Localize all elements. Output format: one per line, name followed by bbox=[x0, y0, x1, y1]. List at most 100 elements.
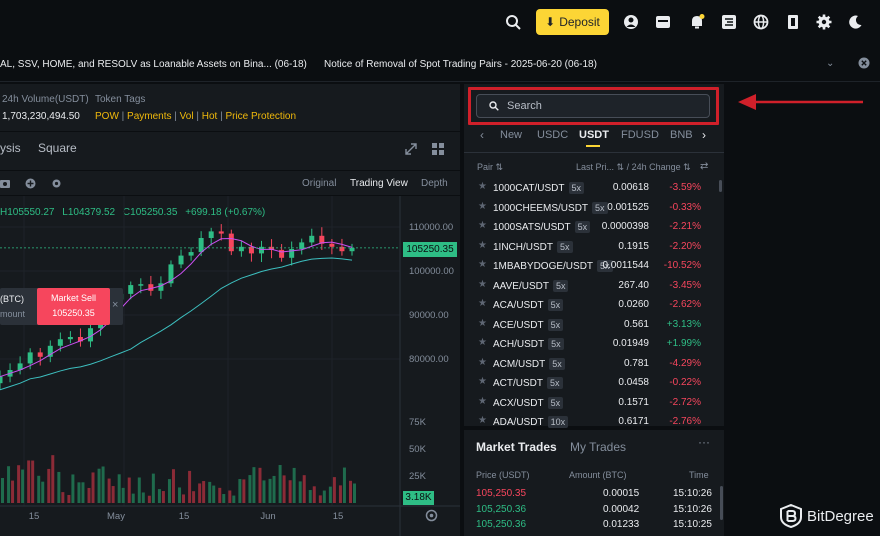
candle-body bbox=[238, 246, 244, 252]
market-sell-price: 105250.35 bbox=[52, 308, 95, 318]
market-row[interactable]: ★ ACA/USDT 5x 0.0260 -2.62% bbox=[464, 295, 719, 315]
ticker-stats: 24h Volume(USDT) 1,703,230,494.50 Token … bbox=[0, 84, 460, 132]
exit-icon[interactable] bbox=[784, 13, 802, 31]
volume-bar bbox=[71, 474, 75, 503]
trades-header-amount: Amount (BTC) bbox=[569, 470, 627, 480]
top-navigation: ⬇ Deposit bbox=[0, 0, 880, 44]
swap-icon[interactable]: ⇄ bbox=[700, 161, 708, 172]
divider bbox=[464, 152, 724, 153]
wallet-icon[interactable] bbox=[654, 13, 672, 31]
view-original[interactable]: Original bbox=[302, 178, 336, 189]
leverage-badge: 10x bbox=[547, 416, 569, 428]
gear-icon[interactable] bbox=[815, 13, 833, 31]
market-row[interactable]: ★ AAVE/USDT 5x 267.40 -3.45% bbox=[464, 276, 719, 296]
price-chart[interactable]: 110000.00 100000.00 90000.00 80000.00 75K 50K… bbox=[0, 196, 460, 536]
tag-link[interactable]: Payments bbox=[127, 111, 171, 122]
search-input[interactable]: Search bbox=[476, 94, 710, 118]
market-row[interactable]: ★ ACM/USDT 5x 0.781 -4.29% bbox=[464, 354, 719, 374]
more-options-icon[interactable]: ··· bbox=[698, 435, 710, 449]
market-row[interactable]: ★ 1000CAT/USDT 5x 0.00618 -3.59% bbox=[464, 178, 719, 198]
volume-value: 1,703,230,494.50 bbox=[2, 111, 80, 122]
star-icon[interactable]: ★ bbox=[478, 279, 487, 290]
tab-new[interactable]: New bbox=[500, 129, 522, 141]
star-icon[interactable]: ★ bbox=[478, 376, 487, 387]
expand-icon[interactable] bbox=[405, 143, 417, 158]
market-row[interactable]: ★ 1000CHEEMS/USDT 5x 0.001525 -0.33% bbox=[464, 198, 719, 218]
last-price: 0.0260 bbox=[618, 299, 649, 310]
market-row[interactable]: ★ ACE/USDT 5x 0.561 +3.13% bbox=[464, 315, 719, 335]
user-icon[interactable] bbox=[622, 13, 640, 31]
market-row[interactable]: ★ ADA/USDT 10x 0.6171 -2.76% bbox=[464, 412, 719, 432]
header-pair[interactable]: Pair ⇅ bbox=[477, 162, 503, 173]
view-depth[interactable]: Depth bbox=[421, 178, 448, 189]
candle-body bbox=[228, 233, 234, 252]
tabs-prev-icon[interactable]: ‹ bbox=[480, 128, 484, 142]
moon-icon[interactable] bbox=[846, 13, 864, 31]
tag-link[interactable]: Hot bbox=[202, 111, 218, 122]
gear-icon[interactable] bbox=[51, 178, 62, 192]
tab-bnb[interactable]: BNB bbox=[670, 129, 693, 141]
volume-label: 24h Volume(USDT) bbox=[2, 94, 89, 105]
tab-analysis[interactable]: ysis bbox=[0, 141, 21, 155]
tag-link[interactable]: POW bbox=[95, 111, 119, 122]
volume-bar bbox=[242, 479, 246, 503]
star-icon[interactable]: ★ bbox=[478, 337, 487, 348]
announcement-item[interactable]: Notice of Removal of Spot Trading Pairs … bbox=[324, 59, 597, 70]
market-row[interactable]: ★ 1MBABYDOGE/USDT 5x 0.0011544 -10.52% bbox=[464, 256, 719, 276]
popup-close-icon[interactable]: × bbox=[112, 299, 118, 311]
market-list-panel: Search ‹ New USDC USDT FDUSD BNB › Pair … bbox=[464, 84, 724, 428]
chart-settings-icon[interactable] bbox=[425, 509, 438, 525]
market-row[interactable]: ★ ACH/USDT 5x 0.01949 +1.99% bbox=[464, 334, 719, 354]
current-volume-tag: 3.18K bbox=[403, 491, 434, 505]
download-icon[interactable] bbox=[720, 13, 738, 31]
star-icon[interactable]: ★ bbox=[478, 415, 487, 426]
volume-bar bbox=[322, 490, 326, 503]
star-icon[interactable]: ★ bbox=[478, 201, 487, 212]
scrollbar-thumb[interactable] bbox=[720, 486, 723, 520]
candle-body bbox=[309, 235, 315, 243]
bell-icon[interactable] bbox=[688, 13, 706, 31]
globe-icon[interactable] bbox=[752, 13, 770, 31]
market-row[interactable]: ★ ACT/USDT 5x 0.0458 -0.22% bbox=[464, 373, 719, 393]
tab-square[interactable]: Square bbox=[38, 141, 77, 155]
market-sell-button[interactable]: Market Sell 105250.35 bbox=[37, 288, 110, 325]
time-tick: 15 bbox=[333, 511, 344, 522]
tab-my-trades[interactable]: My Trades bbox=[570, 440, 626, 454]
scrollbar-thumb[interactable] bbox=[719, 180, 722, 192]
search-icon[interactable] bbox=[504, 13, 522, 31]
star-icon[interactable]: ★ bbox=[478, 240, 487, 251]
grid-layout-icon[interactable] bbox=[432, 143, 444, 158]
star-icon[interactable]: ★ bbox=[478, 298, 487, 309]
star-icon[interactable]: ★ bbox=[478, 396, 487, 407]
tag-link[interactable]: Vol bbox=[180, 111, 194, 122]
star-icon[interactable]: ★ bbox=[478, 357, 487, 368]
tab-usdc[interactable]: USDC bbox=[537, 129, 568, 141]
tabs-next-icon[interactable]: › bbox=[702, 128, 706, 142]
market-row[interactable]: ★ ACX/USDT 5x 0.1571 -2.72% bbox=[464, 393, 719, 413]
chevron-down-icon[interactable]: ⌄ bbox=[826, 58, 834, 69]
announcement-item[interactable]: AL, SSV, HOME, and RESOLV as Loanable As… bbox=[0, 59, 307, 70]
tag-link[interactable]: Price Protection bbox=[225, 111, 296, 122]
candle-body bbox=[188, 252, 194, 256]
tab-fdusd[interactable]: FDUSD bbox=[621, 129, 659, 141]
header-last-price[interactable]: Last Pri... ⇅ / 24h Change ⇅ bbox=[576, 162, 691, 173]
star-icon[interactable]: ★ bbox=[478, 318, 487, 329]
market-row[interactable]: ★ 1000SATS/USDT 5x 0.0000398 -2.21% bbox=[464, 217, 719, 237]
tab-usdt[interactable]: USDT bbox=[579, 129, 609, 141]
add-indicator-icon[interactable] bbox=[25, 178, 36, 192]
close-icon[interactable] bbox=[858, 57, 870, 72]
volume-bar bbox=[21, 469, 25, 503]
quick-order-popup: (BTC) mount Market Sell 105250.35 × bbox=[0, 288, 123, 325]
view-trading-view[interactable]: Trading View bbox=[350, 178, 408, 189]
star-icon[interactable]: ★ bbox=[478, 220, 487, 231]
deposit-button[interactable]: ⬇ Deposit bbox=[536, 9, 609, 35]
volume-bar bbox=[61, 492, 65, 503]
volume-bar bbox=[282, 475, 286, 503]
star-icon[interactable]: ★ bbox=[478, 259, 487, 270]
market-row[interactable]: ★ 1INCH/USDT 5x 0.1915 -2.20% bbox=[464, 237, 719, 257]
camera-icon[interactable] bbox=[0, 178, 11, 192]
change-percent: -2.21% bbox=[669, 221, 701, 232]
star-icon[interactable]: ★ bbox=[478, 181, 487, 192]
volume-bar bbox=[338, 485, 342, 503]
tab-market-trades[interactable]: Market Trades bbox=[476, 440, 557, 454]
